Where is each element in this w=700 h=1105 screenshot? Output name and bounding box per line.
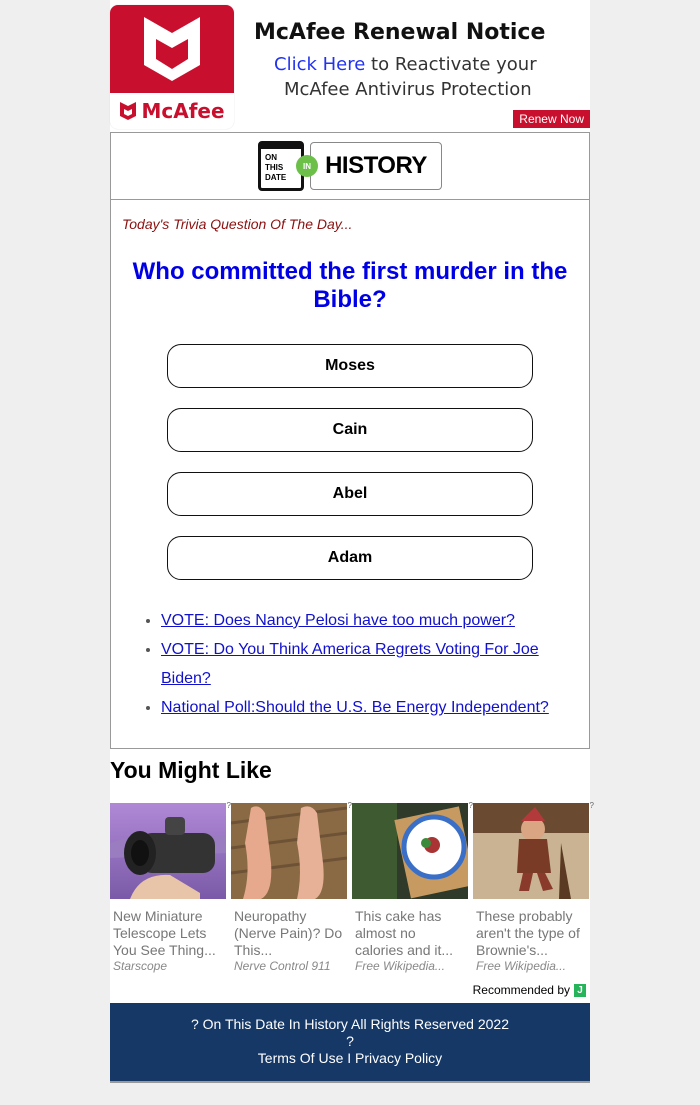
calendar-line-date: DATE (265, 173, 287, 182)
card-title: Neuropathy (Nerve Pain)? Do This... (234, 908, 343, 958)
mcafee-small-shield-icon (120, 102, 137, 120)
ad-line3: McAfee Antivirus Protection (284, 79, 532, 100)
ad-title: McAfee Renewal Notice (254, 20, 546, 45)
answer-button-cain[interactable]: Cain (167, 408, 533, 452)
mcafee-ad-banner[interactable]: McAfee McAfee Renewal Notice Click Here … (110, 0, 590, 130)
site-logo[interactable]: ON THIS DATE IN HISTORY (111, 133, 589, 200)
card-source: Nerve Control 911 (234, 959, 331, 973)
answer-button-moses[interactable]: Moses (167, 344, 533, 388)
card-title: New Miniature Telescope Lets You See Thi… (113, 908, 216, 958)
you-might-like-heading: You Might Like (110, 757, 272, 783)
history-wordmark: HISTORY (310, 142, 442, 190)
footer-divider: I (343, 1050, 356, 1066)
card-source: Starscope (113, 959, 168, 973)
card-source: Free Wikipedia... (355, 959, 445, 973)
list-item: VOTE: Does Nancy Pelosi have too much po… (161, 606, 589, 635)
list-item: National Poll:Should the U.S. Be Energy … (161, 693, 589, 722)
recommendation-card[interactable]: ? New Miniature Telescope Lets You See T… (110, 801, 231, 973)
recommendation-card[interactable]: ? This cake has almost no calories and i… (352, 801, 476, 973)
trivia-label: Today's Trivia Question Of The Day... (122, 216, 353, 232)
in-badge: IN (296, 155, 318, 177)
answer-button-adam[interactable]: Adam (167, 536, 533, 580)
trivia-box: ON THIS DATE IN HISTORY Today's Trivia Q… (110, 132, 590, 749)
telescope-image (110, 803, 226, 899)
footer: ? On This Date In History All Rights Res… (110, 1003, 590, 1083)
cake-plate-image (352, 803, 476, 899)
footer-separator: ? (346, 1033, 354, 1049)
list-item: VOTE: Do You Think America Regrets Votin… (161, 635, 589, 693)
poll-link-pelosi[interactable]: VOTE: Does Nancy Pelosi have too much po… (161, 612, 515, 629)
terms-of-use-link[interactable]: Terms Of Use (258, 1050, 344, 1066)
page-container: McAfee McAfee Renewal Notice Click Here … (110, 0, 594, 1083)
card-title: This cake has almost no calories and it.… (355, 908, 454, 958)
recommendation-card[interactable]: ? Neuropathy (Nerve Pain)? Do This... Ne… (230, 801, 352, 973)
poll-links: VOTE: Does Nancy Pelosi have too much po… (111, 606, 589, 722)
footer-copyright: ? On This Date In History All Rights Res… (190, 1016, 509, 1032)
poll-link-energy[interactable]: National Poll:Should the U.S. Be Energy … (161, 699, 549, 716)
mcafee-logo[interactable]: McAfee (110, 5, 234, 129)
recommendation-cards: ? New Miniature Telescope Lets You See T… (110, 801, 594, 973)
answer-list: Moses Cain Abel Adam (111, 344, 589, 580)
poll-link-biden[interactable]: VOTE: Do You Think America Regrets Votin… (161, 641, 539, 687)
recommended-by[interactable]: Recommended by J (110, 983, 586, 997)
ad-info-icon[interactable]: ? (590, 801, 594, 810)
card-title: These probably aren't the type of Browni… (476, 908, 580, 958)
ad-line2-text: to Reactivate your (365, 54, 537, 75)
card-source: Free Wikipedia... (476, 959, 566, 973)
mcafee-shield-icon (144, 17, 200, 81)
answer-button-abel[interactable]: Abel (167, 472, 533, 516)
provider-logo-icon: J (574, 983, 586, 997)
ad-click-here-link[interactable]: Click Here (274, 54, 365, 75)
trivia-question: Who committed the first murder in the Bi… (132, 258, 568, 313)
brownie-elf-image (473, 803, 589, 899)
mcafee-brand-text: McAfee (141, 99, 225, 123)
feet-image (230, 803, 348, 899)
recommendation-card[interactable]: ? These probably aren't the type of Brow… (473, 801, 594, 973)
recommended-by-text: Recommended by (472, 983, 570, 997)
ad-line2: Click Here to Reactivate your (274, 54, 537, 75)
renew-now-button[interactable]: Renew Now (513, 110, 590, 128)
privacy-policy-link[interactable]: Privacy Policy (355, 1050, 442, 1066)
footer-links: Terms Of Use I Privacy Policy (110, 1050, 590, 1067)
